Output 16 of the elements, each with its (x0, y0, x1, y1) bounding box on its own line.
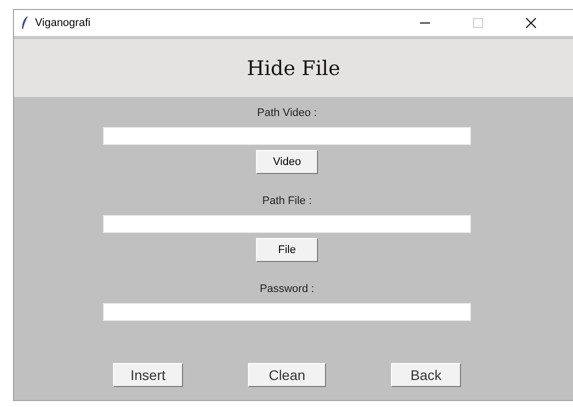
field-label: Path Video : (257, 107, 317, 121)
input-field[interactable] (103, 303, 471, 321)
feather-icon (21, 16, 29, 30)
field-label: Path File : (262, 195, 312, 209)
input-field[interactable] (103, 127, 471, 145)
page-title: Hide File (246, 56, 340, 80)
action-button[interactable]: Back (391, 363, 461, 387)
window-title: Viganografi (35, 17, 90, 29)
input-field[interactable] (103, 215, 471, 233)
field-label: Password : (260, 283, 314, 297)
browse-button[interactable]: Video (256, 150, 318, 174)
maximize-icon[interactable] (473, 18, 483, 28)
action-button[interactable]: Insert (113, 363, 183, 387)
close-icon[interactable] (526, 18, 536, 28)
action-button[interactable]: Clean (248, 363, 326, 387)
browse-button[interactable]: File (256, 238, 318, 262)
